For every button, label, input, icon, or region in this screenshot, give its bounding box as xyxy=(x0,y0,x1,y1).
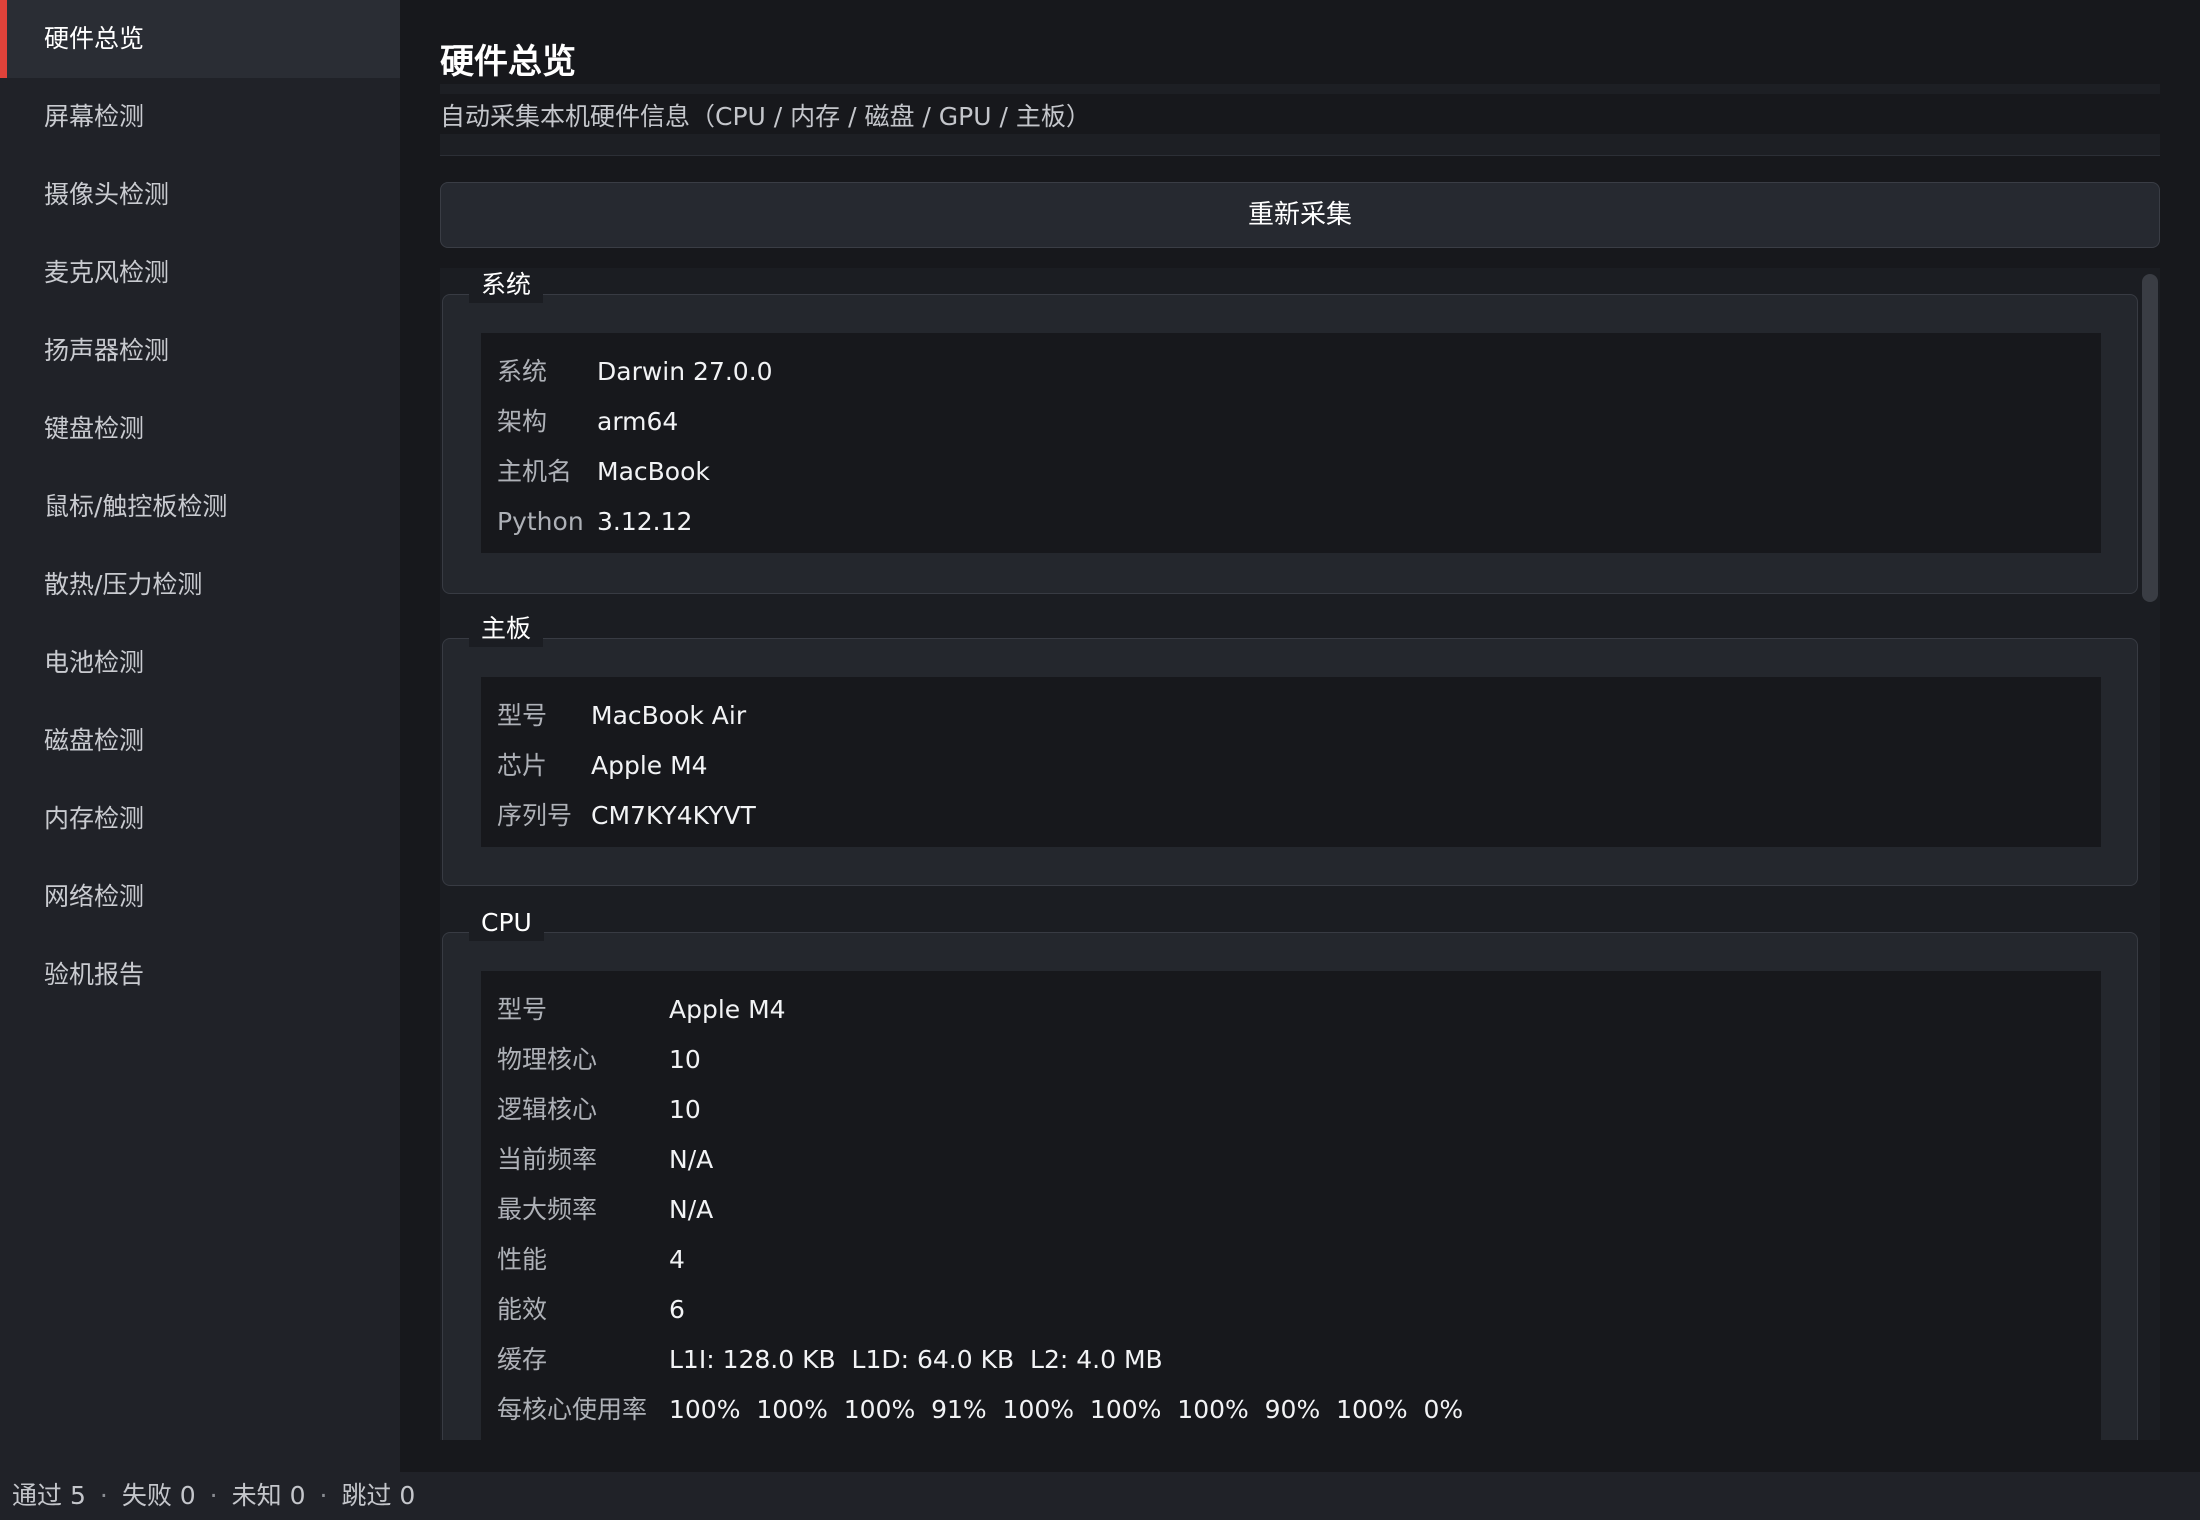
scrollbar-thumb[interactable] xyxy=(2142,274,2158,602)
info-value: 3.12.12 xyxy=(597,507,693,536)
sidebar-item-screen-test[interactable]: 屏幕检测 xyxy=(0,78,400,156)
info-row: 架构 arm64 xyxy=(481,397,2101,447)
info-row: 每核心使用率 100% 100% 100% 91% 100% 100% 100% … xyxy=(481,1385,2101,1435)
title-divider xyxy=(440,84,2160,94)
info-row: 物理核心 10 xyxy=(481,1035,2101,1085)
system-group: 系统 系统 Darwin 27.0.0 架构 arm64 主机名 MacBook Py… xyxy=(442,268,2138,594)
info-row: 系统 Darwin 27.0.0 xyxy=(481,347,2101,397)
hardware-info-scroll-area[interactable]: 系统 系统 Darwin 27.0.0 架构 arm64 主机名 MacBook Py… xyxy=(440,268,2160,1440)
sidebar-item-mouse-trackpad-test[interactable]: 鼠标/触控板检测 xyxy=(0,468,400,546)
info-value: arm64 xyxy=(597,407,679,436)
cpu-group-title: CPU xyxy=(469,905,544,941)
info-row: 能效 6 xyxy=(481,1285,2101,1335)
info-key: 性能 xyxy=(497,1245,548,1274)
info-row: 序列号 CM7KY4KYVT xyxy=(481,791,2101,841)
cpu-group: CPU 型号 Apple M4 物理核心 10 逻辑核心 10 当前频率 N/A xyxy=(442,905,2138,1440)
info-value: MacBook Air xyxy=(591,701,747,730)
info-value: Apple M4 xyxy=(669,995,786,1024)
info-value: Darwin 27.0.0 xyxy=(597,357,773,386)
info-key: 每核心使用率 xyxy=(497,1395,648,1424)
info-row: 最大频率 N/A xyxy=(481,1185,2101,1235)
status-separator: · xyxy=(99,1481,108,1510)
status-bar: 通过 5 · 失败 0 · 未知 0 · 跳过 0 xyxy=(0,1472,2200,1520)
cpu-info-box: 型号 Apple M4 物理核心 10 逻辑核心 10 当前频率 N/A 最大频率 N/A xyxy=(481,971,2101,1440)
info-key: 架构 xyxy=(497,407,548,436)
status-skip-count: 跳过 0 xyxy=(341,1481,416,1510)
sidebar-item-inspection-report[interactable]: 验机报告 xyxy=(0,936,400,1014)
status-pass-count: 通过 5 xyxy=(12,1481,86,1510)
info-row: 型号 MacBook Air xyxy=(481,691,2101,741)
info-value: L1I: 128.0 KB L1D: 64.0 KB L2: 4.0 MB xyxy=(669,1345,1163,1374)
info-value: 4 xyxy=(669,1245,685,1274)
info-row: Python 3.12.12 xyxy=(481,497,2101,547)
info-key: 芯片 xyxy=(497,751,548,780)
sidebar-item-speaker-test[interactable]: 扬声器检测 xyxy=(0,312,400,390)
mainboard-info-box: 型号 MacBook Air 芯片 Apple M4 序列号 CM7KY4KYVT xyxy=(481,677,2101,847)
recollect-button[interactable]: 重新采集 xyxy=(440,182,2160,248)
info-value: 10 xyxy=(669,1045,701,1074)
info-row: 主机名 MacBook xyxy=(481,447,2101,497)
sidebar-item-thermal-stress-test[interactable]: 散热/压力检测 xyxy=(0,546,400,624)
info-value: N/A xyxy=(669,1195,714,1224)
subtitle-divider xyxy=(440,134,2160,156)
page-subtitle: 自动采集本机硬件信息（CPU / 内存 / 磁盘 / GPU / 主板） xyxy=(440,102,1091,131)
info-row: 芯片 Apple M4 xyxy=(481,741,2101,791)
sidebar-item-microphone-test[interactable]: 麦克风检测 xyxy=(0,234,400,312)
info-value: N/A xyxy=(669,1145,714,1174)
sidebar-item-hardware-overview[interactable]: 硬件总览 xyxy=(0,0,400,78)
info-key: 系统 xyxy=(497,357,548,386)
info-row: 逻辑核心 10 xyxy=(481,1085,2101,1135)
sidebar-item-memory-test[interactable]: 内存检测 xyxy=(0,780,400,858)
info-row: 当前频率 N/A xyxy=(481,1135,2101,1185)
page-title: 硬件总览 xyxy=(440,42,576,82)
app-window: 硬件总览 屏幕检测 摄像头检测 麦克风检测 扬声器检测 键盘检测 鼠标/触控板检… xyxy=(0,0,2200,1520)
sidebar-item-battery-test[interactable]: 电池检测 xyxy=(0,624,400,702)
info-key: 逻辑核心 xyxy=(497,1095,598,1124)
info-key: 当前频率 xyxy=(497,1145,598,1174)
status-unknown-count: 未知 0 xyxy=(231,1481,306,1510)
info-value: MacBook xyxy=(597,457,710,486)
info-key: 主机名 xyxy=(497,457,573,486)
sidebar-item-camera-test[interactable]: 摄像头检测 xyxy=(0,156,400,234)
info-key: 型号 xyxy=(497,995,548,1024)
main-panel: 硬件总览 自动采集本机硬件信息（CPU / 内存 / 磁盘 / GPU / 主板… xyxy=(400,0,2200,1472)
status-separator: · xyxy=(319,1481,328,1510)
info-row: 缓存 L1I: 128.0 KB L1D: 64.0 KB L2: 4.0 MB xyxy=(481,1335,2101,1385)
status-separator: · xyxy=(209,1481,218,1510)
info-key: 序列号 xyxy=(497,801,573,830)
mainboard-group-title: 主板 xyxy=(469,611,544,647)
system-group-title: 系统 xyxy=(469,268,544,303)
info-value: Apple M4 xyxy=(591,751,708,780)
sidebar-item-network-test[interactable]: 网络检测 xyxy=(0,858,400,936)
info-value: 6 xyxy=(669,1295,685,1324)
info-row: 型号 Apple M4 xyxy=(481,985,2101,1035)
info-key: Python xyxy=(497,507,584,536)
scrollbar-track[interactable] xyxy=(2138,268,2160,1440)
info-value: 10 xyxy=(669,1095,701,1124)
info-row: 性能 4 xyxy=(481,1235,2101,1285)
sidebar-item-keyboard-test[interactable]: 键盘检测 xyxy=(0,390,400,468)
info-key: 缓存 xyxy=(497,1345,548,1374)
info-value: 100% 100% 100% 91% 100% 100% 100% 90% 10… xyxy=(669,1395,1464,1424)
info-key: 型号 xyxy=(497,701,548,730)
info-key: 物理核心 xyxy=(497,1045,598,1074)
system-info-box: 系统 Darwin 27.0.0 架构 arm64 主机名 MacBook Pytho… xyxy=(481,333,2101,553)
info-key: 能效 xyxy=(497,1295,548,1324)
status-fail-count: 失败 0 xyxy=(121,1481,196,1510)
info-value: CM7KY4KYVT xyxy=(591,801,756,830)
info-key: 最大频率 xyxy=(497,1195,598,1224)
sidebar: 硬件总览 屏幕检测 摄像头检测 麦克风检测 扬声器检测 键盘检测 鼠标/触控板检… xyxy=(0,0,400,1472)
sidebar-item-disk-test[interactable]: 磁盘检测 xyxy=(0,702,400,780)
mainboard-group: 主板 型号 MacBook Air 芯片 Apple M4 序列号 CM7KY4KYV… xyxy=(442,611,2138,886)
